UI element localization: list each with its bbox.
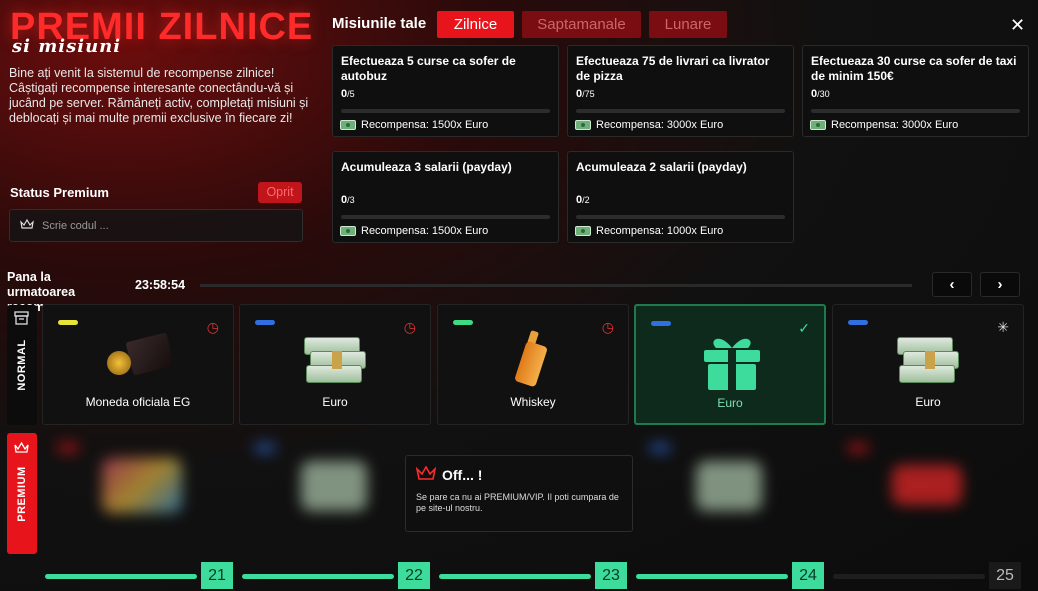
level-number: 25 xyxy=(989,562,1021,589)
mission-reward: Recompensa: 1000x Euro xyxy=(575,225,723,237)
crown-icon xyxy=(415,465,437,484)
cash-icon xyxy=(575,226,591,236)
reward-card[interactable]: ◷ Whiskey xyxy=(437,304,629,425)
level-number: 24 xyxy=(792,562,824,589)
premium-reward-blurred xyxy=(239,433,431,554)
cash-icon xyxy=(340,226,356,236)
mission-card: Acumuleaza 2 salarii (payday) 0/2 Recomp… xyxy=(567,151,794,243)
mission-card: Efectueaza 30 curse ca sofer de taxi de … xyxy=(802,45,1029,137)
level-progress-bar xyxy=(833,574,985,579)
next-reward-timer: 23:58:54 xyxy=(135,278,186,292)
promo-code-input[interactable] xyxy=(42,219,282,232)
tab-lunare[interactable]: Lunare xyxy=(649,11,727,38)
missions-label: Misiunile tale xyxy=(332,15,427,32)
level-progress-bar xyxy=(439,574,591,579)
mission-title: Acumuleaza 2 salarii (payday) xyxy=(576,160,747,174)
next-button[interactable]: › xyxy=(980,272,1020,297)
title-sub: si misiuni xyxy=(12,36,122,57)
money-stack-icon xyxy=(302,333,368,385)
mission-progress-bar xyxy=(576,215,785,219)
mission-progress-bar xyxy=(811,109,1020,113)
reward-name: Euro xyxy=(915,395,941,409)
level-number: 22 xyxy=(398,562,430,589)
archive-icon xyxy=(14,311,29,330)
rarity-pill xyxy=(58,320,78,325)
check-icon: ✓ xyxy=(798,320,810,336)
mission-progress-bar xyxy=(341,109,550,113)
premium-reward-blurred xyxy=(832,433,1024,554)
level-number: 21 xyxy=(201,562,233,589)
premium-status-label: Status Premium xyxy=(10,185,109,200)
prev-button[interactable]: ‹ xyxy=(932,272,972,297)
level-progress-bar xyxy=(45,574,197,579)
gift-icon xyxy=(700,328,764,392)
mission-progress-bar xyxy=(576,109,785,113)
reward-card[interactable]: ◷ Euro xyxy=(239,304,431,425)
cash-icon xyxy=(340,120,356,130)
premium-required-popup: Off... ! Se pare ca nu ai PREMIUM/VIP. I… xyxy=(405,455,633,532)
reward-card[interactable]: ✓ Euro xyxy=(634,304,826,425)
premium-reward-blurred xyxy=(634,433,826,554)
mission-progress: 0/75 xyxy=(576,88,595,100)
cash-icon xyxy=(810,120,826,130)
crown-icon xyxy=(20,217,34,235)
mission-card: Acumuleaza 3 salarii (payday) 0/3 Recomp… xyxy=(332,151,559,243)
reward-name: Whiskey xyxy=(510,395,556,409)
mission-progress: 0/3 xyxy=(341,194,355,206)
reward-card[interactable]: ◷ Moneda oficiala EG xyxy=(42,304,234,425)
chevron-left-icon: ‹ xyxy=(949,276,955,293)
mission-progress: 0/5 xyxy=(341,88,355,100)
rarity-pill xyxy=(255,320,275,325)
mission-reward: Recompensa: 1500x Euro xyxy=(340,119,488,131)
popup-title: Off... ! xyxy=(442,467,483,483)
mission-progress: 0/30 xyxy=(811,88,830,100)
mission-card: Efectueaza 5 curse ca sofer de autobuz 0… xyxy=(332,45,559,137)
reward-name: Euro xyxy=(717,396,743,410)
row-tag-premium: PREMIUM xyxy=(7,433,37,554)
premium-reward-blurred xyxy=(42,433,234,554)
timer-track xyxy=(200,284,912,287)
reward-name: Euro xyxy=(322,395,348,409)
premium-status-badge: Oprit xyxy=(258,182,302,203)
mission-card: Efectueaza 75 de livrari ca livrator de … xyxy=(567,45,794,137)
tab-saptamanale[interactable]: Saptamanale xyxy=(522,11,641,38)
mission-title: Efectueaza 5 curse ca sofer de autobuz xyxy=(341,54,516,83)
row-label-normal: NORMAL xyxy=(16,339,28,391)
page-title: PREMII ZILNICE si misiuni xyxy=(10,6,313,57)
popup-text: Se pare ca nu ai PREMIUM/VIP. Il poti cu… xyxy=(416,492,619,513)
whiskey-bottle-icon xyxy=(514,330,548,388)
mission-progress: 0/2 xyxy=(576,194,590,206)
clock-icon: ◷ xyxy=(403,319,416,335)
close-icon[interactable]: ✕ xyxy=(1010,16,1025,34)
rarity-pill xyxy=(651,321,671,326)
reward-card[interactable]: ✳ Euro xyxy=(832,304,1024,425)
clock-icon: ◷ xyxy=(206,319,219,335)
spinner-icon: ✳ xyxy=(997,319,1009,335)
chevron-right-icon: › xyxy=(997,276,1003,293)
mission-reward: Recompensa: 3000x Euro xyxy=(810,119,958,131)
row-label-premium: PREMIUM xyxy=(16,465,28,522)
tab-zilnice[interactable]: Zilnice xyxy=(437,11,514,38)
mission-reward: Recompensa: 3000x Euro xyxy=(575,119,723,131)
crown-icon xyxy=(14,441,29,459)
mission-progress-bar xyxy=(341,215,550,219)
coin-icon xyxy=(107,332,175,385)
level-progress-bar xyxy=(636,574,788,579)
mission-title: Efectueaza 75 de livrari ca livrator de … xyxy=(576,54,770,83)
clock-icon: ◷ xyxy=(601,319,614,335)
reward-name: Moneda oficiala EG xyxy=(85,395,191,409)
rarity-pill xyxy=(848,320,868,325)
mission-title: Acumuleaza 3 salarii (payday) xyxy=(341,160,512,174)
mission-reward: Recompensa: 1500x Euro xyxy=(340,225,488,237)
mission-title: Efectueaza 30 curse ca sofer de taxi de … xyxy=(811,54,1017,83)
row-tag-normal: NORMAL xyxy=(7,305,37,425)
level-progress-bar xyxy=(242,574,394,579)
intro-text: Bine ați venit la sistemul de recompense… xyxy=(9,66,309,125)
cash-icon xyxy=(575,120,591,130)
promo-code-field[interactable] xyxy=(9,209,303,242)
money-stack-icon xyxy=(895,333,961,385)
rarity-pill xyxy=(453,320,473,325)
level-number: 23 xyxy=(595,562,627,589)
